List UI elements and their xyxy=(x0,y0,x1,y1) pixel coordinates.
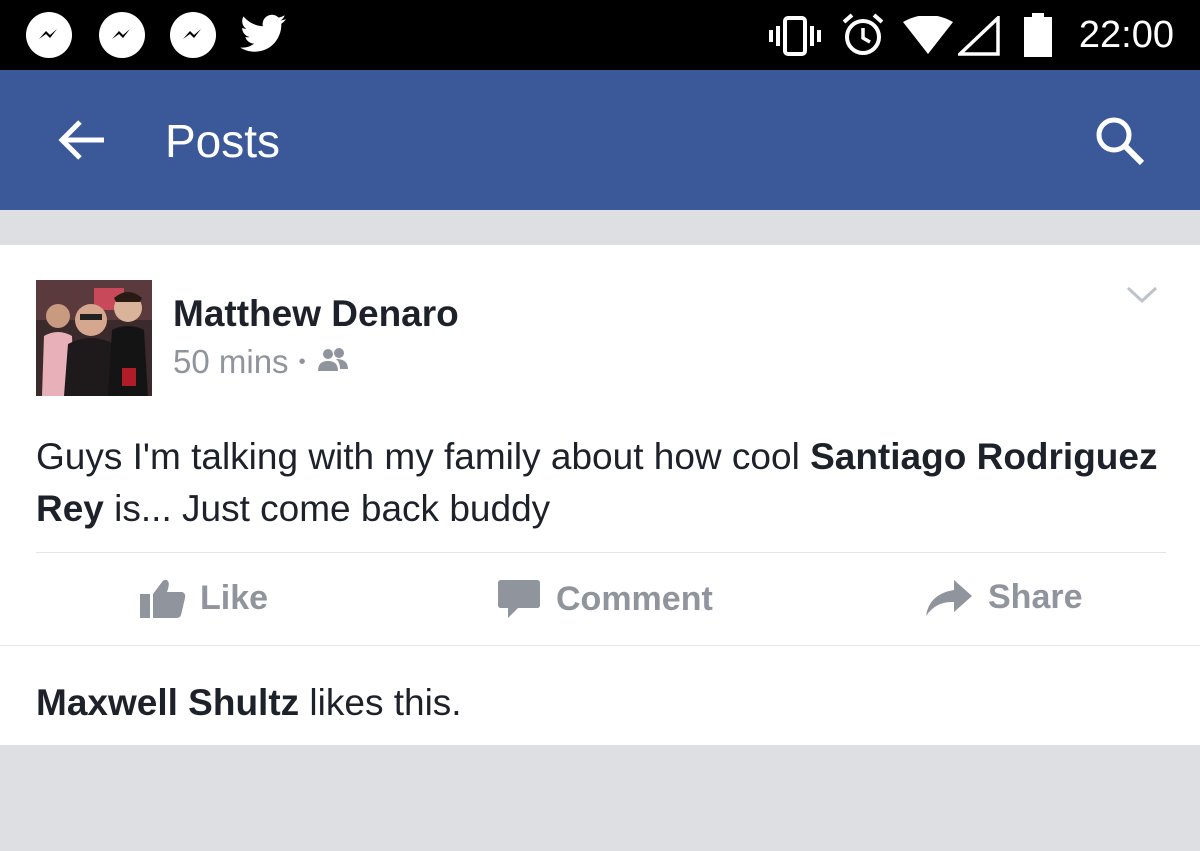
like-button[interactable]: Like xyxy=(140,578,268,618)
share-button[interactable]: Share xyxy=(926,578,1083,617)
comment-label: Comment xyxy=(556,579,713,618)
friends-icon xyxy=(316,343,350,381)
like-label: Like xyxy=(200,578,269,617)
wifi-icon xyxy=(903,15,953,59)
comment-button[interactable]: Comment xyxy=(498,578,713,620)
alarm-icon xyxy=(840,12,886,63)
post-text-start: Guys I'm talking with my family about ho… xyxy=(36,436,811,477)
battery-icon xyxy=(1024,13,1052,62)
likes-suffix: likes this. xyxy=(299,682,462,723)
post-text: Guys I'm talking with my family about ho… xyxy=(36,431,1166,535)
likes-summary[interactable]: Maxwell Shultz likes this. xyxy=(36,682,462,724)
avatar[interactable] xyxy=(36,280,152,396)
messenger-icon xyxy=(170,12,216,58)
liker-name[interactable]: Maxwell Shultz xyxy=(36,682,299,723)
messenger-icon xyxy=(99,12,145,58)
post-card: Matthew Denaro 50 mins • Guys I'm talkin… xyxy=(0,245,1200,745)
twitter-icon xyxy=(240,14,288,59)
share-icon xyxy=(926,579,972,616)
page-title: Posts xyxy=(165,115,281,167)
post-text-end: is... Just come back buddy xyxy=(103,488,551,529)
post-time[interactable]: 50 mins xyxy=(173,343,289,381)
meta-separator: • xyxy=(298,350,306,373)
back-arrow-icon[interactable] xyxy=(56,118,106,167)
signal-icon xyxy=(955,13,1002,61)
search-icon[interactable] xyxy=(1094,115,1146,172)
post-author[interactable]: Matthew Denaro xyxy=(173,293,459,335)
post-meta: 50 mins • xyxy=(173,343,350,381)
app-bar: Posts xyxy=(0,70,1200,210)
like-icon xyxy=(140,579,186,618)
share-label: Share xyxy=(988,578,1083,616)
divider xyxy=(0,645,1200,646)
status-bar: 22:00 xyxy=(0,0,1200,70)
messenger-icon xyxy=(26,12,72,58)
chevron-down-icon[interactable] xyxy=(1126,285,1158,310)
divider xyxy=(36,552,1166,553)
status-time: 22:00 xyxy=(1078,14,1174,56)
comment-icon xyxy=(498,580,540,618)
vibrate-icon xyxy=(768,16,822,61)
